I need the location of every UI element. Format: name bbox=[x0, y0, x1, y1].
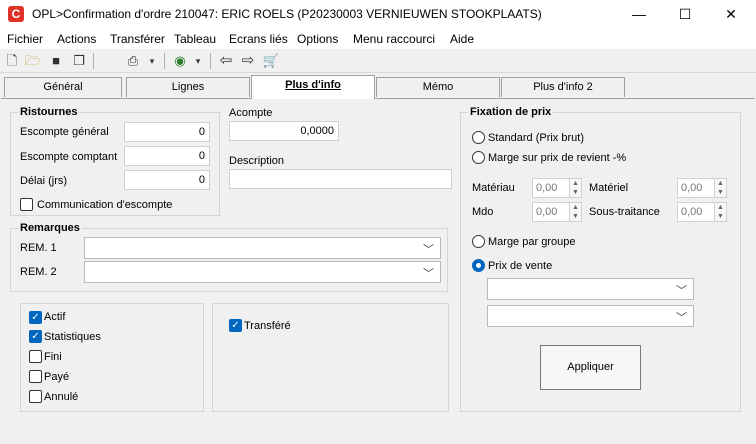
materiau-spinner[interactable]: ▲ ▼ bbox=[569, 178, 582, 198]
standard-label: Standard (Prix brut) bbox=[488, 132, 584, 144]
materiel-label: Matériel bbox=[589, 182, 629, 194]
sous-traitance-field[interactable]: 0,00 bbox=[677, 202, 715, 222]
close-button[interactable]: ✕ bbox=[708, 0, 754, 29]
description-label: Description bbox=[229, 155, 285, 167]
toolbar-separator bbox=[93, 53, 94, 69]
ristournes-title: Ristournes bbox=[18, 106, 80, 118]
marge-revient-radio[interactable] bbox=[472, 151, 485, 164]
tab-memo[interactable]: Mémo bbox=[376, 77, 500, 97]
marge-groupe-radio[interactable] bbox=[472, 235, 485, 248]
chevron-down-icon: ﹀ bbox=[423, 244, 434, 256]
toolbar bbox=[0, 49, 756, 73]
copy-icon[interactable]: ❐ bbox=[70, 52, 88, 70]
menu-transferer[interactable]: Transférer bbox=[110, 32, 165, 46]
toolbar-separator bbox=[164, 53, 165, 69]
annule-checkbox[interactable] bbox=[29, 390, 42, 403]
communication-escompte-label: Communication d'escompte bbox=[37, 199, 173, 211]
menu-raccourci[interactable]: Menu raccourci bbox=[353, 32, 435, 46]
sous-traitance-label: Sous-traitance bbox=[589, 206, 660, 218]
menu-actions[interactable]: Actions bbox=[57, 32, 96, 46]
paye-checkbox[interactable] bbox=[29, 370, 42, 383]
prix-vente-label: Prix de vente bbox=[488, 260, 553, 272]
standard-radio[interactable] bbox=[472, 131, 485, 144]
chevron-down-icon: ﹀ bbox=[676, 312, 687, 324]
menu-aide[interactable]: Aide bbox=[450, 32, 474, 46]
maximize-button[interactable]: ☐ bbox=[662, 0, 708, 29]
description-field[interactable] bbox=[229, 169, 452, 189]
chevron-down-icon: ﹀ bbox=[676, 285, 687, 297]
escompte-comptant-label: Escompte comptant bbox=[20, 151, 118, 163]
tab-lignes[interactable]: Lignes bbox=[126, 77, 250, 97]
fini-label: Fini bbox=[44, 351, 62, 363]
transfere-checkbox[interactable]: ✓ bbox=[229, 319, 242, 332]
escompte-comptant-field[interactable]: 0 bbox=[124, 146, 210, 166]
minimize-button[interactable]: — bbox=[616, 0, 662, 29]
mdo-label: Mdo bbox=[472, 206, 494, 218]
menu-fichier[interactable]: Fichier bbox=[7, 32, 43, 46]
mdo-field[interactable]: 0,00 bbox=[532, 202, 570, 222]
annule-label: Annulé bbox=[44, 391, 79, 403]
paye-label: Payé bbox=[44, 371, 70, 383]
appliquer-button[interactable]: Appliquer bbox=[540, 345, 641, 390]
acompte-field[interactable]: 0,0000 bbox=[229, 121, 339, 141]
toolbar-separator bbox=[210, 53, 211, 69]
prix-vente-combo-2[interactable]: ﹀ bbox=[487, 305, 694, 327]
new-icon[interactable]: 🗋 bbox=[3, 52, 21, 70]
tab-plus-dinfo-2[interactable]: Plus d'info 2 bbox=[501, 77, 625, 97]
tab-plus-dinfo[interactable]: Plus d'info bbox=[251, 75, 375, 99]
print-dropdown-icon[interactable]: ▾ bbox=[143, 52, 161, 70]
marge-groupe-label: Marge par groupe bbox=[488, 236, 576, 248]
materiau-label: Matériau bbox=[472, 182, 515, 194]
open-icon[interactable]: 🗁 bbox=[24, 52, 42, 70]
prix-vente-combo-1[interactable]: ﹀ bbox=[487, 278, 694, 300]
rem1-label: REM. 1 bbox=[20, 242, 57, 254]
rem2-combo[interactable]: ﹀ bbox=[84, 261, 441, 283]
materiel-field[interactable]: 0,00 bbox=[677, 178, 715, 198]
escompte-general-field[interactable]: 0 bbox=[124, 122, 210, 142]
menu-ecrans-lies[interactable]: Ecrans liés bbox=[229, 32, 288, 46]
menu-tableau[interactable]: Tableau bbox=[174, 32, 216, 46]
window-title: OPL>Confirmation d'ordre 210047: ERIC RO… bbox=[32, 7, 542, 21]
save-icon[interactable]: ■ bbox=[47, 52, 65, 70]
actif-label: Actif bbox=[44, 311, 66, 323]
escompte-general-label: Escompte général bbox=[20, 126, 109, 138]
rem2-label: REM. 2 bbox=[20, 266, 57, 278]
sous-traitance-spinner[interactable]: ▲ ▼ bbox=[714, 202, 727, 222]
prix-vente-radio[interactable] bbox=[472, 259, 485, 272]
back-arrow-icon[interactable]: ⇦ bbox=[217, 52, 235, 70]
communication-escompte-checkbox[interactable] bbox=[20, 198, 33, 211]
statistiques-checkbox[interactable]: ✓ bbox=[29, 330, 42, 343]
fixation-prix-title: Fixation de prix bbox=[468, 106, 554, 118]
forward-arrow-icon[interactable]: ⇨ bbox=[239, 52, 257, 70]
marge-revient-label: Marge sur prix de revient -% bbox=[488, 152, 627, 164]
acompte-label: Acompte bbox=[229, 107, 273, 119]
mdo-spinner[interactable]: ▲ ▼ bbox=[569, 202, 582, 222]
rem1-combo[interactable]: ﹀ bbox=[84, 237, 441, 259]
transfere-label: Transféré bbox=[244, 320, 291, 332]
menu-options[interactable]: Options bbox=[297, 32, 338, 46]
delai-label: Délai (jrs) bbox=[20, 175, 68, 187]
tab-general[interactable]: Général bbox=[4, 77, 122, 97]
chevron-down-icon: ﹀ bbox=[423, 268, 434, 280]
materiau-field[interactable]: 0,00 bbox=[532, 178, 570, 198]
cart-icon[interactable]: 🛒 bbox=[262, 52, 280, 70]
print-icon[interactable]: ⎙ bbox=[124, 52, 142, 70]
actif-checkbox[interactable]: ✓ bbox=[29, 311, 42, 324]
app-logo-icon: C bbox=[8, 6, 24, 22]
globe-icon[interactable]: ◉ bbox=[171, 52, 189, 70]
globe-dropdown-icon[interactable]: ▾ bbox=[189, 52, 207, 70]
remarques-title: Remarques bbox=[18, 222, 82, 234]
statistiques-label: Statistiques bbox=[44, 331, 101, 343]
fini-checkbox[interactable] bbox=[29, 350, 42, 363]
delai-field[interactable]: 0 bbox=[124, 170, 210, 190]
materiel-spinner[interactable]: ▲ ▼ bbox=[714, 178, 727, 198]
